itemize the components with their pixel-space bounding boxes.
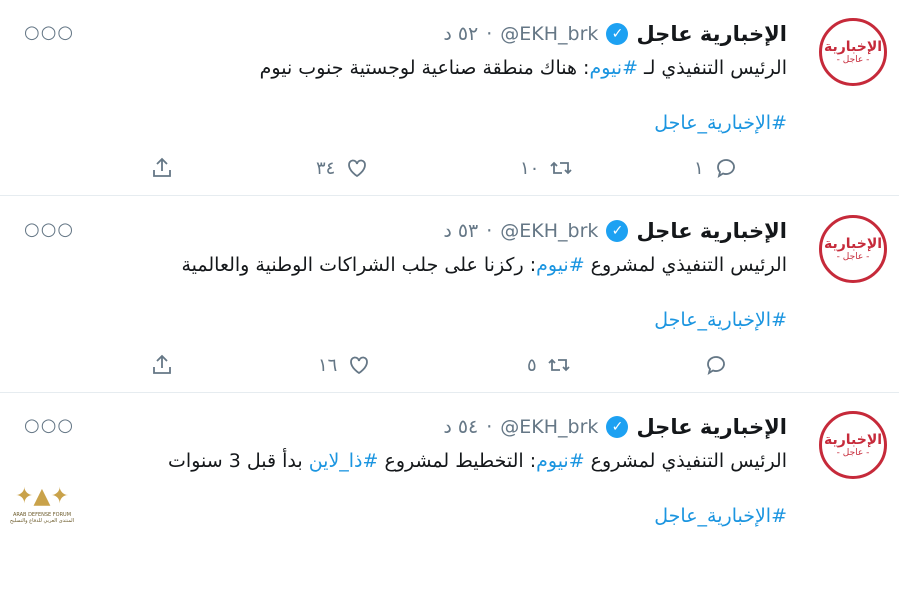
- avatar-logo-subtext: - عاجل -: [836, 448, 870, 458]
- like-button[interactable]: ١٦: [318, 353, 371, 377]
- retweet-button[interactable]: ٥: [527, 353, 571, 377]
- verified-badge-icon: ✓: [606, 416, 629, 438]
- tweet-header: الإخبارية عاجل ✓ @EKH_brk · ٥٤ د: [443, 413, 787, 441]
- tweet-card[interactable]: الإخبارية - عاجل - الإخبارية عاجل ✓ @EKH…: [0, 197, 899, 393]
- separator-dot: ·: [486, 220, 493, 242]
- avatar-logo-subtext: - عاجل -: [836, 252, 870, 262]
- tweet-card[interactable]: الإخبارية - عاجل - الإخبارية عاجل ✓ @EKH…: [0, 393, 899, 589]
- tweet-text: الرئيس التنفيذي لمشروع #نيوم: التخطيط لم…: [168, 447, 787, 475]
- reply-count: ١: [694, 157, 704, 179]
- watermark-text-arabic: المنتدى العربي للدفاع والتسليح: [9, 518, 75, 524]
- tweet-timestamp[interactable]: ٥٤ د: [443, 416, 478, 438]
- tweet-text-part: بدأ قبل 3 سنوات: [168, 450, 309, 472]
- more-options-icon[interactable]: ○○○: [24, 24, 74, 42]
- tweet-text-part: : ركزنا على جلب الشراكات الوطنية والعالم…: [181, 254, 537, 276]
- author-handle[interactable]: @EKH_brk: [500, 416, 598, 438]
- share-button[interactable]: [150, 156, 174, 180]
- author-name[interactable]: الإخبارية عاجل: [636, 219, 787, 243]
- tweet-text-part: الرئيس التنفيذي لمشروع: [584, 450, 787, 472]
- heart-icon: [348, 159, 367, 178]
- hashtag-link[interactable]: #نيوم: [589, 57, 638, 79]
- avatar[interactable]: الإخبارية - عاجل -: [819, 411, 887, 479]
- separator-dot: ·: [486, 416, 493, 438]
- retweet-count: ٥: [527, 354, 537, 376]
- retweet-icon: [550, 161, 572, 175]
- verified-badge-icon: ✓: [606, 23, 629, 45]
- author-name[interactable]: الإخبارية عاجل: [636, 415, 787, 439]
- more-options-icon[interactable]: ○○○: [24, 417, 74, 435]
- tweet-text-part: الرئيس التنفيذي لمشروع: [584, 254, 787, 276]
- hashtag-link[interactable]: #الإخبارية_عاجل: [654, 505, 787, 527]
- hashtag-link[interactable]: #نيوم: [536, 254, 585, 276]
- tweet-timestamp[interactable]: ٥٣ د: [443, 220, 478, 242]
- avatar[interactable]: الإخبارية - عاجل -: [819, 215, 887, 283]
- heart-icon: [350, 356, 369, 375]
- author-name[interactable]: الإخبارية عاجل: [636, 22, 787, 46]
- hashtag-link[interactable]: #الإخبارية_عاجل: [654, 112, 787, 134]
- like-count: ١٦: [318, 354, 338, 376]
- avatar[interactable]: الإخبارية - عاجل -: [819, 18, 887, 86]
- avatar-logo-text: الإخبارية: [823, 236, 883, 252]
- share-icon: [153, 157, 171, 177]
- retweet-button[interactable]: ١٠: [520, 156, 573, 180]
- tweet-timestamp[interactable]: ٥٢ د: [443, 23, 478, 45]
- eagle-emblem-icon: ✦▲✦: [15, 484, 69, 509]
- separator-dot: ·: [486, 23, 493, 45]
- tweet-card[interactable]: الإخبارية - عاجل - الإخبارية عاجل ✓ @EKH…: [0, 0, 899, 196]
- author-handle[interactable]: @EKH_brk: [500, 220, 598, 242]
- tweet-text-part: الرئيس التنفيذي لـ: [638, 57, 787, 79]
- tweet-text-part: : هناك منطقة صناعية لوجستية جنوب نيوم: [259, 57, 590, 79]
- author-handle[interactable]: @EKH_brk: [500, 23, 598, 45]
- hashtag-link[interactable]: #نيوم: [536, 450, 585, 472]
- tweet-text: الرئيس التنفيذي لـ #نيوم: هناك منطقة صنا…: [260, 54, 787, 82]
- tweet-text: الرئيس التنفيذي لمشروع #نيوم: ركزنا على …: [181, 251, 787, 279]
- more-options-icon[interactable]: ○○○: [24, 221, 74, 239]
- tweet-header: الإخبارية عاجل ✓ @EKH_brk · ٥٣ د: [443, 217, 787, 245]
- like-count: ٣٤: [316, 157, 336, 179]
- avatar-logo-text: الإخبارية: [823, 432, 883, 448]
- forum-watermark-logo: ✦▲✦ ARAB DEFENSE FORUM المنتدى العربي لل…: [4, 482, 80, 550]
- avatar-logo-subtext: - عاجل -: [836, 55, 870, 65]
- like-button[interactable]: ٣٤: [316, 156, 369, 180]
- hashtag-link[interactable]: #الإخبارية_عاجل: [654, 309, 787, 331]
- retweet-icon: [548, 358, 570, 372]
- tweet-text-part: : التخطيط لمشروع: [378, 450, 537, 472]
- hashtag-link[interactable]: #ذا_لاين: [309, 450, 379, 472]
- tweet-header: الإخبارية عاجل ✓ @EKH_brk · ٥٢ د: [443, 20, 787, 48]
- share-button[interactable]: [150, 353, 174, 377]
- reply-button[interactable]: [694, 353, 728, 377]
- reply-icon: [707, 356, 725, 375]
- avatar-logo-text: الإخبارية: [823, 39, 883, 55]
- retweet-count: ١٠: [520, 157, 540, 179]
- verified-badge-icon: ✓: [606, 220, 629, 242]
- reply-button[interactable]: ١: [694, 156, 738, 180]
- share-icon: [153, 354, 171, 374]
- reply-icon: [716, 159, 735, 178]
